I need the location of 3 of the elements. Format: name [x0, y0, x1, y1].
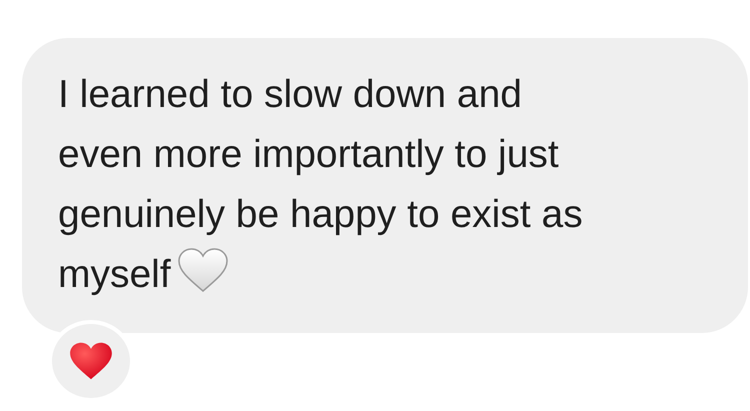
- heart-emoji-icon: [176, 247, 229, 293]
- heart-icon: [68, 341, 114, 381]
- message-text: I learned to slow down and even more importantly to just genuinely be happy to exist as myself: [58, 72, 584, 298]
